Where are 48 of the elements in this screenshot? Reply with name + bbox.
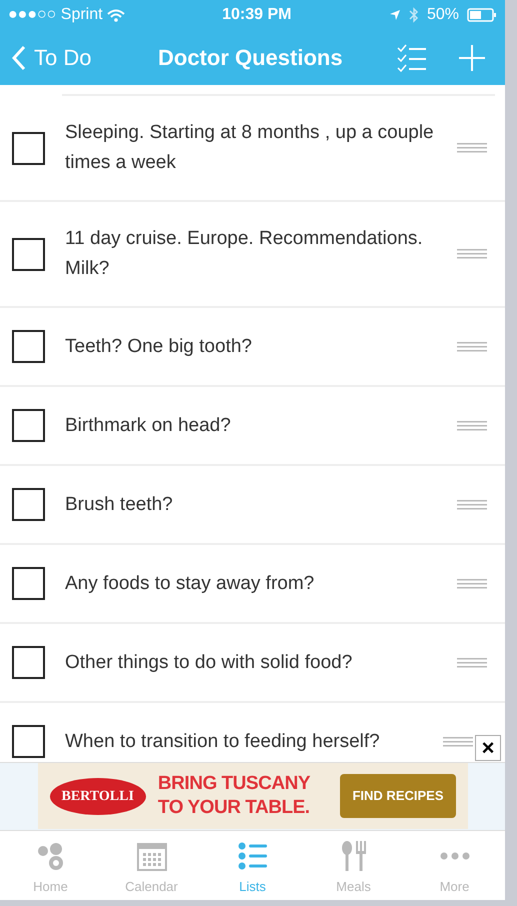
item-text: Any foods to stay away from?: [65, 572, 316, 596]
ad-headline: TO YOUR TABLE.: [158, 796, 310, 820]
tab-bar-item[interactable]: Calendar: [101, 831, 202, 900]
item-text: 11 day cruise. Europe. Recommendations. Milk?: [65, 227, 424, 281]
drag-handle-icon[interactable]: [457, 658, 487, 668]
checkbox[interactable]: [12, 238, 45, 270]
drag-handle-icon[interactable]: [457, 249, 487, 259]
drag-handle-icon[interactable]: [457, 578, 487, 588]
item-text: Brush teeth?: [65, 492, 174, 516]
checkbox[interactable]: [12, 725, 45, 758]
tab-bar-item[interactable]: More: [404, 831, 505, 900]
checklist-icon[interactable]: [397, 42, 427, 72]
item-text: Other things to do with solid food?: [65, 650, 354, 674]
drag-handle-icon[interactable]: [457, 143, 487, 153]
tab-bar-item[interactable]: Home: [0, 831, 101, 900]
screen-title: Doctor Questions: [158, 44, 343, 72]
brand-logo: BERTOLLI: [50, 778, 146, 814]
carrier-label: ●●●○○ Sprint: [8, 5, 103, 25]
tab-bar-item[interactable]: Meals: [303, 831, 404, 900]
battery-icon: [467, 8, 497, 22]
item-text: When to transition to feeding herself?: [65, 730, 381, 754]
chevron-left-icon: [12, 44, 26, 70]
item-text: Birthmark on head?: [65, 414, 232, 438]
item-text: Sleeping. Starting at 8 months , up a couple times a week: [65, 121, 435, 175]
find-recipes-button[interactable]: FIND RECIPES: [340, 774, 456, 818]
item-text: Teeth? One big tooth?: [65, 334, 253, 358]
drag-handle-icon[interactable]: [443, 736, 473, 746]
checkbox[interactable]: [12, 567, 45, 600]
tab-bar-item[interactable]: Lists: [202, 831, 303, 900]
time-label: 10:39 PM: [222, 5, 292, 25]
battery-label: 50%: [426, 5, 459, 25]
ad-banner[interactable]: BERTOLLI BRING TUSCANY TO YOUR TABLE. FIND RECIPES: [38, 763, 468, 829]
more-icon: [438, 852, 472, 860]
drag-handle-icon[interactable]: [457, 342, 487, 352]
checkbox[interactable]: [12, 132, 45, 164]
ad-headline: BRING TUSCANY: [158, 772, 310, 796]
back-button[interactable]: To Do: [12, 41, 92, 74]
drag-handle-icon[interactable]: [457, 420, 487, 430]
location-arrow-icon: [388, 9, 401, 21]
checkbox[interactable]: [12, 488, 45, 521]
checkbox[interactable]: [12, 646, 45, 679]
checkbox[interactable]: [12, 409, 45, 442]
bluetooth-icon: [408, 7, 419, 23]
drag-handle-icon[interactable]: [457, 500, 487, 510]
checkbox[interactable]: [12, 330, 45, 363]
wifi-icon: [106, 8, 125, 22]
close-ad-button[interactable]: ×: [475, 735, 501, 761]
add-icon[interactable]: [459, 44, 485, 70]
